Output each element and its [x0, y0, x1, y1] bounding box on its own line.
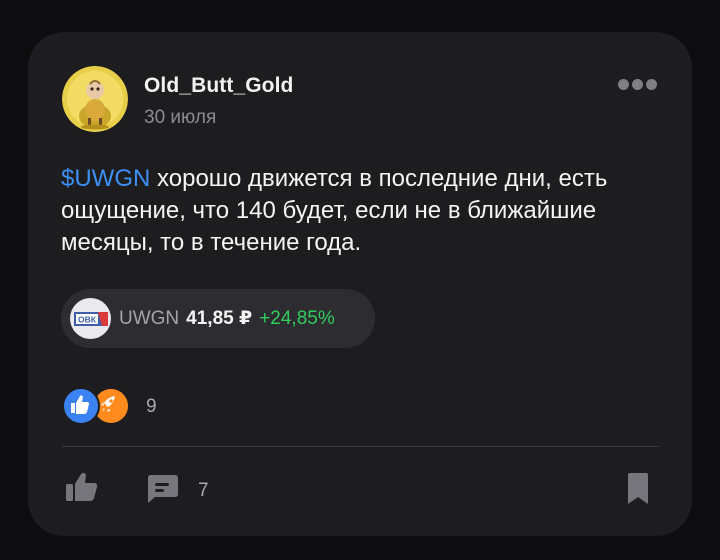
post-card: Old_Butt_Gold 30 июля $UWGN хорошо движе… [28, 32, 692, 536]
logo-text: ОВК [78, 314, 97, 324]
reaction-count: 9 [146, 396, 157, 417]
instrument-chip[interactable]: ОВК UWGN 41,85 ₽ +24,85% [61, 289, 375, 348]
thumbs-up-icon [62, 387, 100, 425]
ticker-link[interactable]: $UWGN [61, 165, 150, 192]
avatar[interactable] [62, 66, 128, 132]
comment-button[interactable] [144, 472, 182, 506]
comment-count: 7 [198, 480, 209, 501]
reactions-summary[interactable] [62, 387, 142, 425]
company-logo: ОВК [70, 298, 111, 339]
instrument-change: +24,85% [259, 307, 335, 329]
divider [62, 446, 659, 447]
more-options-button[interactable] [618, 79, 658, 93]
instrument-ticker: UWGN [119, 307, 180, 329]
more-dots-icon [618, 79, 629, 90]
post-date: 30 июля [144, 107, 217, 128]
instrument-price: 41,85 ₽ [186, 308, 253, 329]
post-text: $UWGN хорошо движется в последние дни, е… [61, 163, 661, 259]
like-button[interactable] [64, 470, 100, 504]
bookmark-button[interactable] [626, 472, 650, 506]
avatar-image [62, 66, 128, 132]
comment-icon [148, 475, 178, 503]
bookmark-icon [628, 473, 648, 504]
thumbs-up-icon [66, 472, 98, 501]
author-name[interactable]: Old_Butt_Gold [144, 74, 293, 98]
